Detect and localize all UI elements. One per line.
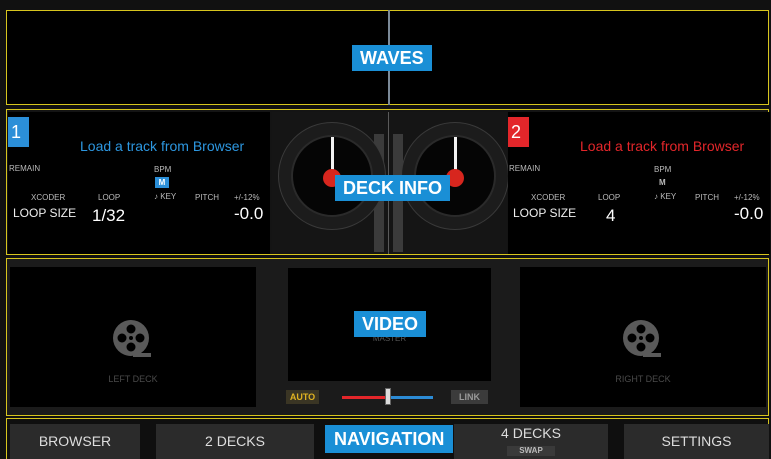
loop-size-label: LOOP SIZE <box>513 206 577 220</box>
deck-number-badge: 2 <box>508 117 529 147</box>
xcoder-label: XCODER <box>531 193 566 202</box>
bpm-label: BPM <box>654 165 672 174</box>
right-deck-video-panel[interactable]: RIGHT DECK <box>520 267 766 407</box>
pitch-value: -0.0 <box>234 204 264 223</box>
key-label: ♪ KEY <box>154 192 177 201</box>
link-button[interactable]: LINK <box>451 390 488 404</box>
deck-number-badge: 1 <box>8 117 29 147</box>
pitch-value: -0.0 <box>734 204 764 223</box>
waves-label: WAVES <box>352 45 432 71</box>
right-deck-panel[interactable]: 2 Load a track from Browser REMAIN BPM M… <box>508 112 770 254</box>
remain-label: REMAIN <box>509 164 541 173</box>
four-decks-label: 4 DECKS <box>501 425 561 441</box>
crossfader-handle[interactable] <box>385 388 391 405</box>
key-label: ♪ KEY <box>654 192 677 201</box>
swap-button[interactable]: SWAP <box>507 446 555 456</box>
pitch-label: PITCH <box>195 193 219 202</box>
loop-label: LOOP <box>598 193 621 202</box>
xcoder-label: XCODER <box>31 193 66 202</box>
loop-value[interactable]: 4 <box>606 206 615 226</box>
left-deck-label: LEFT DECK <box>108 374 158 384</box>
two-decks-button[interactable]: 2 DECKS <box>156 424 314 459</box>
navigation-label: NAVIGATION <box>325 425 454 453</box>
pitch-range-label[interactable]: +/-12% <box>734 193 760 202</box>
browser-button[interactable]: BROWSER <box>10 424 140 459</box>
loop-size-label: LOOP SIZE <box>13 206 77 220</box>
bpm-label: BPM <box>154 165 172 174</box>
master-tempo-badge[interactable]: M <box>659 178 666 187</box>
auto-button[interactable]: AUTO <box>286 390 319 404</box>
pitch-label: PITCH <box>695 193 719 202</box>
film-reel-icon <box>623 320 661 357</box>
remain-label: REMAIN <box>9 164 41 173</box>
crossfader-right-track <box>389 396 433 399</box>
left-deck-video-panel[interactable]: LEFT DECK <box>10 267 256 407</box>
right-deck-label: RIGHT DECK <box>615 374 671 384</box>
master-tempo-badge[interactable]: M <box>155 177 169 188</box>
loop-value[interactable]: 1/32 <box>92 206 125 226</box>
load-track-text[interactable]: Load a track from Browser <box>580 138 744 154</box>
film-reel-icon <box>113 320 151 357</box>
crossfader-left-track <box>342 396 389 399</box>
pitch-range-label[interactable]: +/-12% <box>234 193 260 202</box>
settings-button[interactable]: SETTINGS <box>624 424 769 459</box>
deck-info-label: DECK INFO <box>335 175 450 201</box>
load-track-text[interactable]: Load a track from Browser <box>80 138 244 154</box>
loop-label: LOOP <box>98 193 121 202</box>
left-deck-panel[interactable]: 1 Load a track from Browser REMAIN BPM M… <box>8 112 270 254</box>
video-label: VIDEO <box>354 311 427 337</box>
